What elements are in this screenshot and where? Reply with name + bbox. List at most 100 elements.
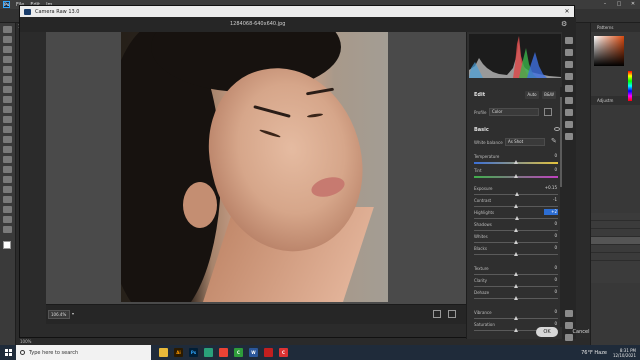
- stamp-tool-icon[interactable]: [3, 116, 12, 123]
- profile-dropdown[interactable]: Color: [489, 108, 539, 116]
- lasso-tool-icon[interactable]: [3, 46, 12, 53]
- white-balance-dropdown[interactable]: As Shot: [505, 138, 545, 146]
- adjustments-panel-tab[interactable]: Adjustm: [591, 96, 640, 105]
- layer-row[interactable]: [591, 221, 640, 229]
- slider-thumb[interactable]: [514, 174, 518, 178]
- patterns-panel-tab[interactable]: Patterns: [591, 23, 640, 32]
- snapshots-icon[interactable]: [565, 121, 573, 128]
- illustrator-icon[interactable]: Ai: [174, 348, 183, 357]
- zoom-tool-icon[interactable]: [565, 310, 573, 317]
- basic-section-heading[interactable]: Basic: [474, 127, 489, 133]
- dodge-tool-icon[interactable]: [3, 166, 12, 173]
- image-canvas[interactable]: [46, 32, 466, 304]
- recorder-icon[interactable]: C: [279, 348, 288, 357]
- gear-icon[interactable]: ⚙: [561, 20, 569, 28]
- slider-thumb[interactable]: [513, 204, 518, 208]
- zoom-level-field[interactable]: 106.4%: [48, 310, 70, 319]
- graduated-filter-icon[interactable]: [565, 85, 573, 92]
- toggle-view-icon[interactable]: [448, 310, 456, 318]
- slider-value-field[interactable]: -1: [544, 197, 558, 203]
- slider-thumb[interactable]: [514, 228, 518, 232]
- slider-thumb[interactable]: [514, 284, 518, 288]
- select-tool-icon[interactable]: [3, 56, 12, 63]
- slider-value-field[interactable]: +2: [544, 209, 558, 215]
- marquee-tool-icon[interactable]: [3, 36, 12, 43]
- app-red-icon[interactable]: [264, 348, 273, 357]
- slider-value-field[interactable]: 0: [544, 221, 558, 227]
- edit-tool-icon[interactable]: [565, 37, 573, 44]
- healing-tool-icon[interactable]: [3, 96, 12, 103]
- pen-tool-icon[interactable]: [3, 176, 12, 183]
- layer-row-selected[interactable]: [591, 237, 640, 245]
- adjustment-brush-icon[interactable]: [565, 73, 573, 80]
- slider-temperature[interactable]: Temperature 0: [474, 153, 558, 166]
- frame-tool-icon[interactable]: [3, 76, 12, 83]
- slider-blacks[interactable]: Blacks 0: [474, 245, 558, 258]
- type-tool-icon[interactable]: [3, 186, 12, 193]
- slider-thumb[interactable]: [514, 296, 518, 300]
- slider-value-field[interactable]: 0: [544, 167, 558, 173]
- close-window-button[interactable]: ✕: [626, 0, 640, 9]
- slider-thumb[interactable]: [514, 272, 518, 276]
- slider-dehaze[interactable]: Dehaze 0: [474, 289, 558, 302]
- zoom-tool-icon[interactable]: [3, 226, 12, 233]
- blur-tool-icon[interactable]: [3, 156, 12, 163]
- gradient-tool-icon[interactable]: [3, 146, 12, 153]
- minimize-button[interactable]: –: [598, 0, 612, 9]
- file-explorer-icon[interactable]: [159, 348, 168, 357]
- photoshop-icon[interactable]: Ps: [189, 348, 198, 357]
- spot-removal-icon[interactable]: [565, 61, 573, 68]
- color-picker-field[interactable]: [594, 36, 624, 66]
- slider-thumb[interactable]: [514, 192, 519, 196]
- layer-row[interactable]: [591, 245, 640, 253]
- hand-tool-icon[interactable]: [3, 216, 12, 223]
- edge-icon[interactable]: [204, 348, 213, 357]
- red-eye-icon[interactable]: [565, 109, 573, 116]
- profile-browser-icon[interactable]: [544, 108, 552, 116]
- radial-filter-icon[interactable]: [565, 97, 573, 104]
- crop-tool-icon[interactable]: [3, 66, 12, 73]
- presets-icon[interactable]: [565, 133, 573, 140]
- slider-tint[interactable]: Tint 0: [474, 167, 558, 180]
- auto-button[interactable]: Auto: [525, 91, 539, 99]
- slider-value-field[interactable]: 0: [544, 245, 558, 251]
- hue-slider[interactable]: [628, 71, 632, 101]
- slider-value-field[interactable]: 0: [544, 233, 558, 239]
- move-tool-icon[interactable]: [3, 26, 12, 33]
- bw-button[interactable]: B&W: [542, 91, 556, 99]
- eraser-tool-icon[interactable]: [3, 136, 12, 143]
- maximize-button[interactable]: □: [612, 0, 626, 9]
- clock[interactable]: 8:31 PM 12/10/2021: [613, 348, 636, 358]
- before-after-view-icon[interactable]: [433, 310, 441, 318]
- foreground-color-swatch[interactable]: [3, 241, 11, 249]
- slider-thumb[interactable]: [514, 252, 518, 256]
- slider-thumb[interactable]: [514, 216, 519, 220]
- slider-thumb[interactable]: [514, 160, 518, 164]
- close-icon[interactable]: ✕: [560, 8, 574, 15]
- layer-row[interactable]: [591, 229, 640, 237]
- path-select-icon[interactable]: [3, 196, 12, 203]
- slider-value-field[interactable]: 0: [544, 277, 558, 283]
- slider-thumb[interactable]: [514, 316, 518, 320]
- slider-value-field[interactable]: 0: [544, 153, 558, 159]
- word-icon[interactable]: W: [249, 348, 258, 357]
- brush-tool-icon[interactable]: [3, 106, 12, 113]
- slider-value-field[interactable]: 0: [544, 265, 558, 271]
- taskbar-search[interactable]: Type here to search: [16, 345, 151, 360]
- shape-tool-icon[interactable]: [3, 206, 12, 213]
- ok-button[interactable]: OK: [536, 327, 558, 337]
- layer-row[interactable]: [591, 213, 640, 221]
- history-brush-icon[interactable]: [3, 126, 12, 133]
- slider-value-field[interactable]: 0: [544, 309, 558, 315]
- slider-value-field[interactable]: 0: [544, 289, 558, 295]
- slider-thumb[interactable]: [514, 240, 518, 244]
- crop-rotate-icon[interactable]: [565, 49, 573, 56]
- cancel-button[interactable]: Cancel: [569, 327, 593, 337]
- zoom-dropdown-icon[interactable]: ▾: [72, 311, 74, 316]
- slider-value-field[interactable]: +0.15: [544, 185, 558, 191]
- camtasia-icon[interactable]: C: [234, 348, 243, 357]
- chrome-icon[interactable]: [219, 348, 228, 357]
- eyedropper-tool-icon[interactable]: [3, 86, 12, 93]
- slider-thumb[interactable]: [514, 328, 518, 332]
- weather-widget[interactable]: 76°F Haze: [581, 350, 607, 356]
